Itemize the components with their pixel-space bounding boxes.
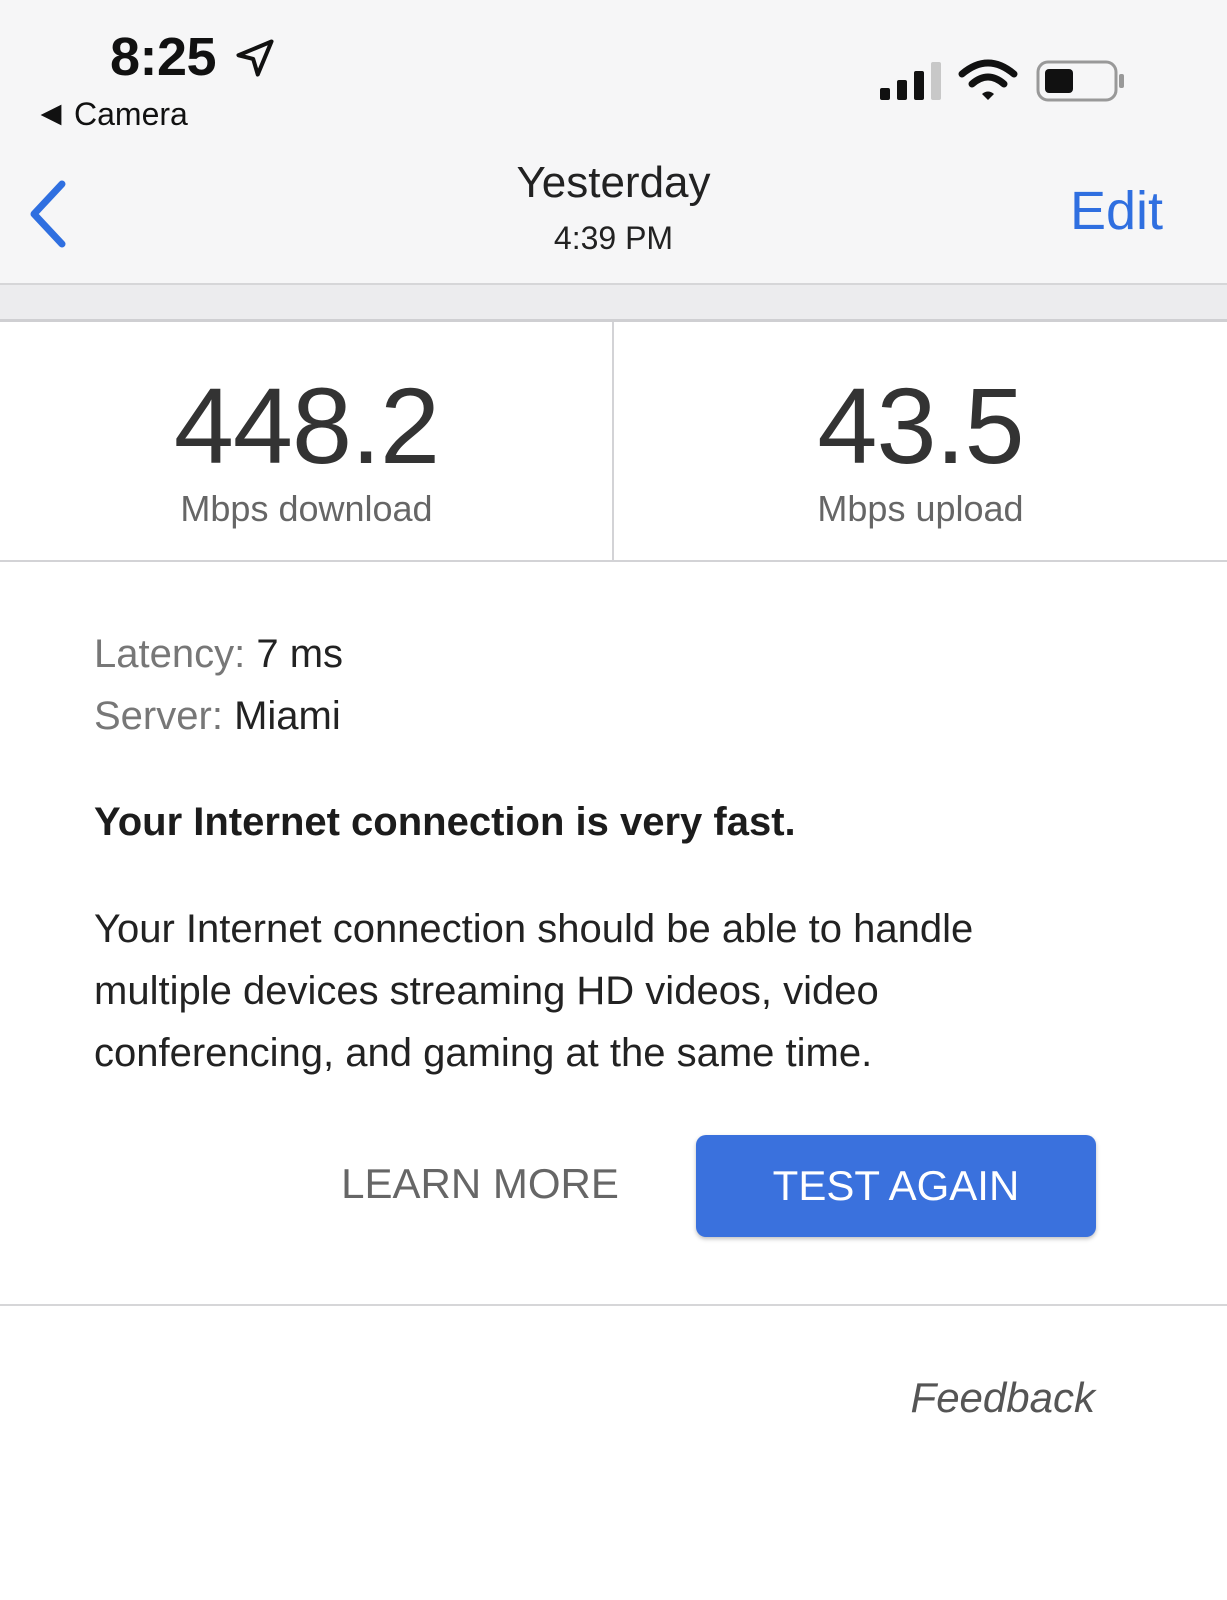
wifi-icon [958, 59, 1018, 100]
status-time: 8:25 [110, 27, 217, 87]
download-result: 448.2 Mbps download [0, 322, 613, 560]
result-headline: Your Internet connection is very fast. [94, 800, 796, 844]
divider [0, 1304, 1227, 1306]
nav-title: Yesterday [516, 158, 711, 207]
location-arrow-icon [236, 39, 274, 77]
feedback-link[interactable]: Feedback [880, 1374, 1095, 1422]
result-description: Your Internet connection should be able … [94, 907, 974, 1075]
latency-row: Latency: 7 ms [94, 632, 343, 677]
latency-label: Latency: [94, 632, 246, 676]
test-again-button[interactable]: TEST AGAIN [696, 1135, 1096, 1237]
server-value: Miami [234, 694, 341, 738]
back-to-app[interactable]: Camera [38, 96, 188, 133]
download-value: 448.2 [173, 365, 440, 486]
back-app-label: Camera [74, 96, 188, 132]
learn-more-button[interactable]: LEARN MORE [330, 1160, 630, 1208]
latency-value: 7 ms [256, 632, 344, 676]
cellular-signal-icon [880, 62, 941, 100]
edit-button[interactable]: Edit [1070, 180, 1163, 242]
server-label: Server: [94, 694, 223, 738]
nav-subtitle: 4:39 PM [553, 220, 674, 256]
section-separator [0, 285, 1227, 319]
top-bar: 8:25 Camera Yesterday 4:39 PM Edit [0, 0, 1227, 283]
server-row: Server: Miami [94, 694, 341, 739]
divider [0, 560, 1227, 562]
upload-label: Mbps upload [817, 488, 1024, 529]
download-label: Mbps download [180, 488, 433, 529]
back-triangle-icon [40, 104, 62, 125]
battery-icon [1036, 60, 1124, 102]
upload-value: 43.5 [817, 365, 1024, 486]
upload-result: 43.5 Mbps upload [614, 322, 1227, 560]
